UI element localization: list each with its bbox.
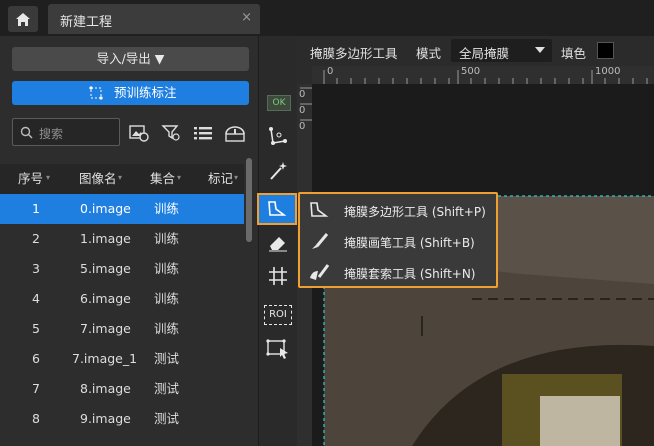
polygon-tool-button[interactable] bbox=[259, 121, 297, 151]
pretrain-annotation-button[interactable]: 预训练标注 bbox=[12, 81, 249, 105]
mask-lasso-icon bbox=[310, 264, 330, 280]
horizontal-ruler: 0 500 1000 bbox=[312, 66, 654, 84]
mask-tool-menu: 掩膜多边形工具 (Shift+P) 掩膜画笔工具 (Shift+B) 掩膜套索工… bbox=[298, 192, 498, 288]
filter-icon[interactable] bbox=[160, 122, 182, 144]
table-row[interactable]: 4 6.image 训练 bbox=[0, 284, 244, 314]
sort-icon[interactable]: ▾ bbox=[46, 173, 50, 182]
home-icon bbox=[16, 12, 30, 26]
ruler-tick-label: 1000 bbox=[595, 66, 621, 77]
table-row[interactable]: 3 5.image 训练 bbox=[0, 254, 244, 284]
list-scrollbar[interactable] bbox=[246, 158, 252, 242]
tab-title: 新建工程 bbox=[60, 15, 113, 30]
ruler-tick-label: 500 bbox=[461, 66, 481, 77]
select-box-button[interactable] bbox=[259, 334, 297, 364]
magic-wand-icon bbox=[270, 162, 287, 180]
ruler-tick-label: 0 bbox=[299, 121, 306, 132]
roi-tool-button[interactable]: ROI bbox=[259, 300, 297, 330]
table-row[interactable]: 6 7.image_1 测试 bbox=[0, 344, 244, 374]
pretrain-label: 预训练标注 bbox=[114, 85, 177, 100]
col-image-name[interactable]: 图像名 bbox=[79, 164, 117, 194]
menu-item-mask-brush[interactable]: 掩膜画笔工具 (Shift+B) bbox=[300, 226, 496, 257]
table-row[interactable]: 2 1.image 训练 bbox=[0, 224, 244, 254]
ruler-tick-label: 0 bbox=[327, 66, 334, 77]
grid-tool-button[interactable] bbox=[259, 261, 297, 291]
table-row[interactable]: 1 0.image 训练 bbox=[0, 194, 244, 224]
magic-wand-button[interactable] bbox=[259, 156, 297, 186]
import-export-button[interactable]: 导入/导出 ▼ bbox=[12, 47, 249, 71]
eraser-icon bbox=[269, 237, 287, 252]
mode-select[interactable]: 全局掩膜 bbox=[451, 39, 552, 62]
chevron-down-icon bbox=[535, 47, 545, 53]
table-header: 序号 ▾ 图像名 ▾ 集合 ▾ 标记 ▾ bbox=[0, 164, 244, 194]
ruler-tick-label: 0 bbox=[299, 89, 306, 100]
ok-status-badge: OK bbox=[267, 95, 291, 111]
sort-icon[interactable]: ▾ bbox=[177, 173, 181, 182]
current-tool-name: 掩膜多边形工具 bbox=[310, 46, 398, 61]
image-list-panel: 导入/导出 ▼ 预训练标注 搜索 序号 ▾ 图像名 ▾ 集合 ▾ 标记 ▾ 1 … bbox=[0, 36, 257, 446]
fill-label: 填色 bbox=[561, 46, 587, 61]
sort-icon[interactable]: ▾ bbox=[118, 173, 122, 182]
polygon-tool-icon bbox=[269, 127, 287, 145]
mask-tool-button[interactable] bbox=[257, 193, 297, 225]
mask-polygon-icon bbox=[310, 202, 329, 217]
mask-polygon-icon bbox=[268, 201, 287, 216]
roi-icon: ROI bbox=[264, 305, 292, 325]
menu-item-mask-polygon[interactable]: 掩膜多边形工具 (Shift+P) bbox=[300, 195, 496, 226]
mask-brush-icon bbox=[312, 233, 329, 249]
select-box-icon bbox=[266, 339, 288, 359]
mode-label: 模式 bbox=[416, 46, 442, 61]
camera-mount-icon[interactable] bbox=[224, 122, 246, 144]
image-settings-icon[interactable] bbox=[128, 122, 150, 144]
search-placeholder: 搜索 bbox=[39, 127, 64, 141]
eraser-button[interactable] bbox=[259, 228, 297, 258]
pretrain-icon bbox=[89, 86, 103, 100]
col-mark[interactable]: 标记 bbox=[208, 164, 233, 194]
annotation-toolbar: OK ROI bbox=[257, 36, 297, 446]
project-tab[interactable]: 新建工程 × bbox=[48, 4, 260, 34]
fill-color-swatch[interactable] bbox=[597, 42, 614, 59]
table-row[interactable]: 5 7.image 训练 bbox=[0, 314, 244, 344]
search-input[interactable]: 搜索 bbox=[12, 118, 120, 146]
search-icon bbox=[20, 126, 33, 139]
close-icon[interactable]: × bbox=[241, 10, 252, 25]
home-button[interactable] bbox=[8, 6, 38, 32]
ruler-tick-label: 0 bbox=[299, 105, 306, 116]
tool-options-bar: 掩膜多边形工具 模式 全局掩膜 填色 bbox=[296, 36, 654, 66]
col-index[interactable]: 序号 bbox=[18, 164, 43, 194]
sort-icon[interactable]: ▾ bbox=[234, 173, 238, 182]
tab-bar: 新建工程 × bbox=[0, 0, 654, 36]
menu-item-mask-lasso[interactable]: 掩膜套索工具 (Shift+N) bbox=[300, 257, 496, 288]
table-row[interactable]: 7 8.image 测试 bbox=[0, 374, 244, 404]
list-view-icon[interactable] bbox=[192, 122, 214, 144]
grid-icon bbox=[269, 267, 287, 285]
table-row[interactable]: 8 9.image 测试 bbox=[0, 404, 244, 434]
col-set[interactable]: 集合 bbox=[150, 164, 175, 194]
